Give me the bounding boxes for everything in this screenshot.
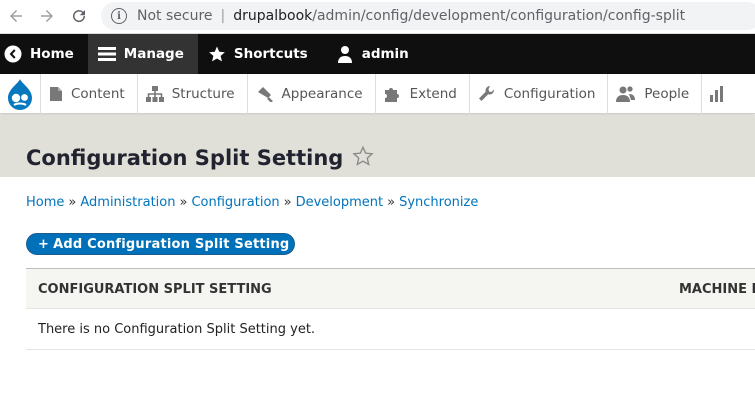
menu-icon (97, 47, 116, 61)
document-icon (50, 87, 62, 101)
url-path: /admin/config/development/configuration/… (312, 8, 686, 24)
add-config-split-button[interactable]: + Add Configuration Split Setting (26, 233, 295, 255)
toolbar-user-label: admin (361, 46, 409, 62)
toolbar-manage-label: Manage (123, 46, 184, 62)
tray-item-configuration[interactable]: Configuration (470, 74, 609, 114)
add-config-split-label: Add Configuration Split Setting (53, 236, 290, 252)
back-button[interactable] (5, 5, 27, 27)
user-icon (337, 46, 352, 63)
tray-item-people-label: People (644, 86, 690, 102)
star-icon (209, 46, 225, 62)
breadcrumb-synchronize[interactable]: Synchronize (399, 195, 478, 210)
toolbar-home-label: Home (30, 46, 74, 62)
breadcrumb-administration[interactable]: Administration (80, 195, 175, 210)
tray-item-structure-label: Structure (171, 86, 235, 102)
breadcrumb-separator: » (179, 195, 188, 210)
table-row: There is no Configuration Split Setting … (26, 309, 755, 350)
shortcut-star-icon[interactable] (352, 145, 374, 167)
tray-item-extend-label: Extend (409, 86, 457, 102)
tray-item-appearance-label: Appearance (281, 86, 363, 102)
drupal-logo[interactable] (0, 74, 41, 114)
arrow-left-icon (10, 10, 22, 22)
toolbar-shortcuts[interactable]: Shortcuts (198, 34, 322, 74)
tray-item-structure[interactable]: Structure (138, 74, 248, 114)
url-host: drupalbook (233, 8, 313, 24)
toolbar-shortcuts-label: Shortcuts (233, 46, 308, 62)
drupal-drop-icon (8, 79, 32, 110)
arrow-right-icon (41, 10, 53, 22)
info-icon[interactable]: i (111, 8, 127, 24)
breadcrumb: Home» Administration» Configuration» Develo… (26, 195, 478, 210)
puzzle-icon (384, 88, 399, 102)
page-title: Configuration Split Setting (26, 146, 344, 170)
tray-item-extend[interactable]: Extend (376, 74, 470, 114)
breadcrumb-home[interactable]: Home (26, 195, 64, 210)
table-header: Configuration Split Setting Machine n (26, 268, 755, 309)
url-separator: | (220, 8, 226, 24)
reload-icon (73, 10, 86, 23)
url-field[interactable]: i Not secure | drupalbook/admin/config/d… (101, 2, 755, 30)
tray-item-people[interactable]: People (608, 74, 703, 114)
people-icon (616, 86, 636, 102)
tray-item-configuration-label: Configuration (503, 86, 596, 102)
empty-message: There is no Configuration Split Setting … (38, 322, 316, 337)
breadcrumb-separator: » (283, 195, 292, 210)
plus-icon: + (38, 236, 50, 252)
column-header-machine-name[interactable]: Machine n (679, 282, 755, 297)
toolbar-manage[interactable]: Manage (87, 34, 198, 74)
breadcrumb-configuration[interactable]: Configuration (191, 195, 279, 210)
page-header: Configuration Split Setting (0, 115, 755, 177)
tray-item-reports[interactable] (702, 74, 744, 114)
not-secure-label: Not secure (137, 8, 213, 24)
chevron-left-icon (4, 45, 22, 63)
reload-button[interactable] (68, 5, 90, 27)
browser-address-bar: i Not secure | drupalbook/admin/config/d… (0, 0, 755, 34)
toolbar-user[interactable]: admin (322, 34, 423, 74)
forward-button[interactable] (36, 5, 58, 27)
brush-icon (257, 87, 273, 102)
breadcrumb-separator: » (68, 195, 77, 210)
admin-tray: Content Structure Appearance Extend Conf… (0, 74, 755, 114)
wrench-icon (478, 86, 494, 101)
config-split-table: Configuration Split Setting Machine n Th… (26, 268, 755, 350)
tray-item-appearance[interactable]: Appearance (248, 74, 376, 114)
reports-icon (710, 86, 724, 102)
tray-item-content[interactable]: Content (41, 74, 138, 114)
admin-toolbar: Home Manage Shortcuts admin (0, 34, 755, 74)
structure-icon (145, 86, 164, 102)
breadcrumb-separator: » (387, 195, 396, 210)
toolbar-home[interactable]: Home (0, 34, 88, 74)
tray-item-content-label: Content (71, 86, 125, 102)
column-header-setting[interactable]: Configuration Split Setting (38, 282, 272, 297)
breadcrumb-development[interactable]: Development (296, 195, 384, 210)
